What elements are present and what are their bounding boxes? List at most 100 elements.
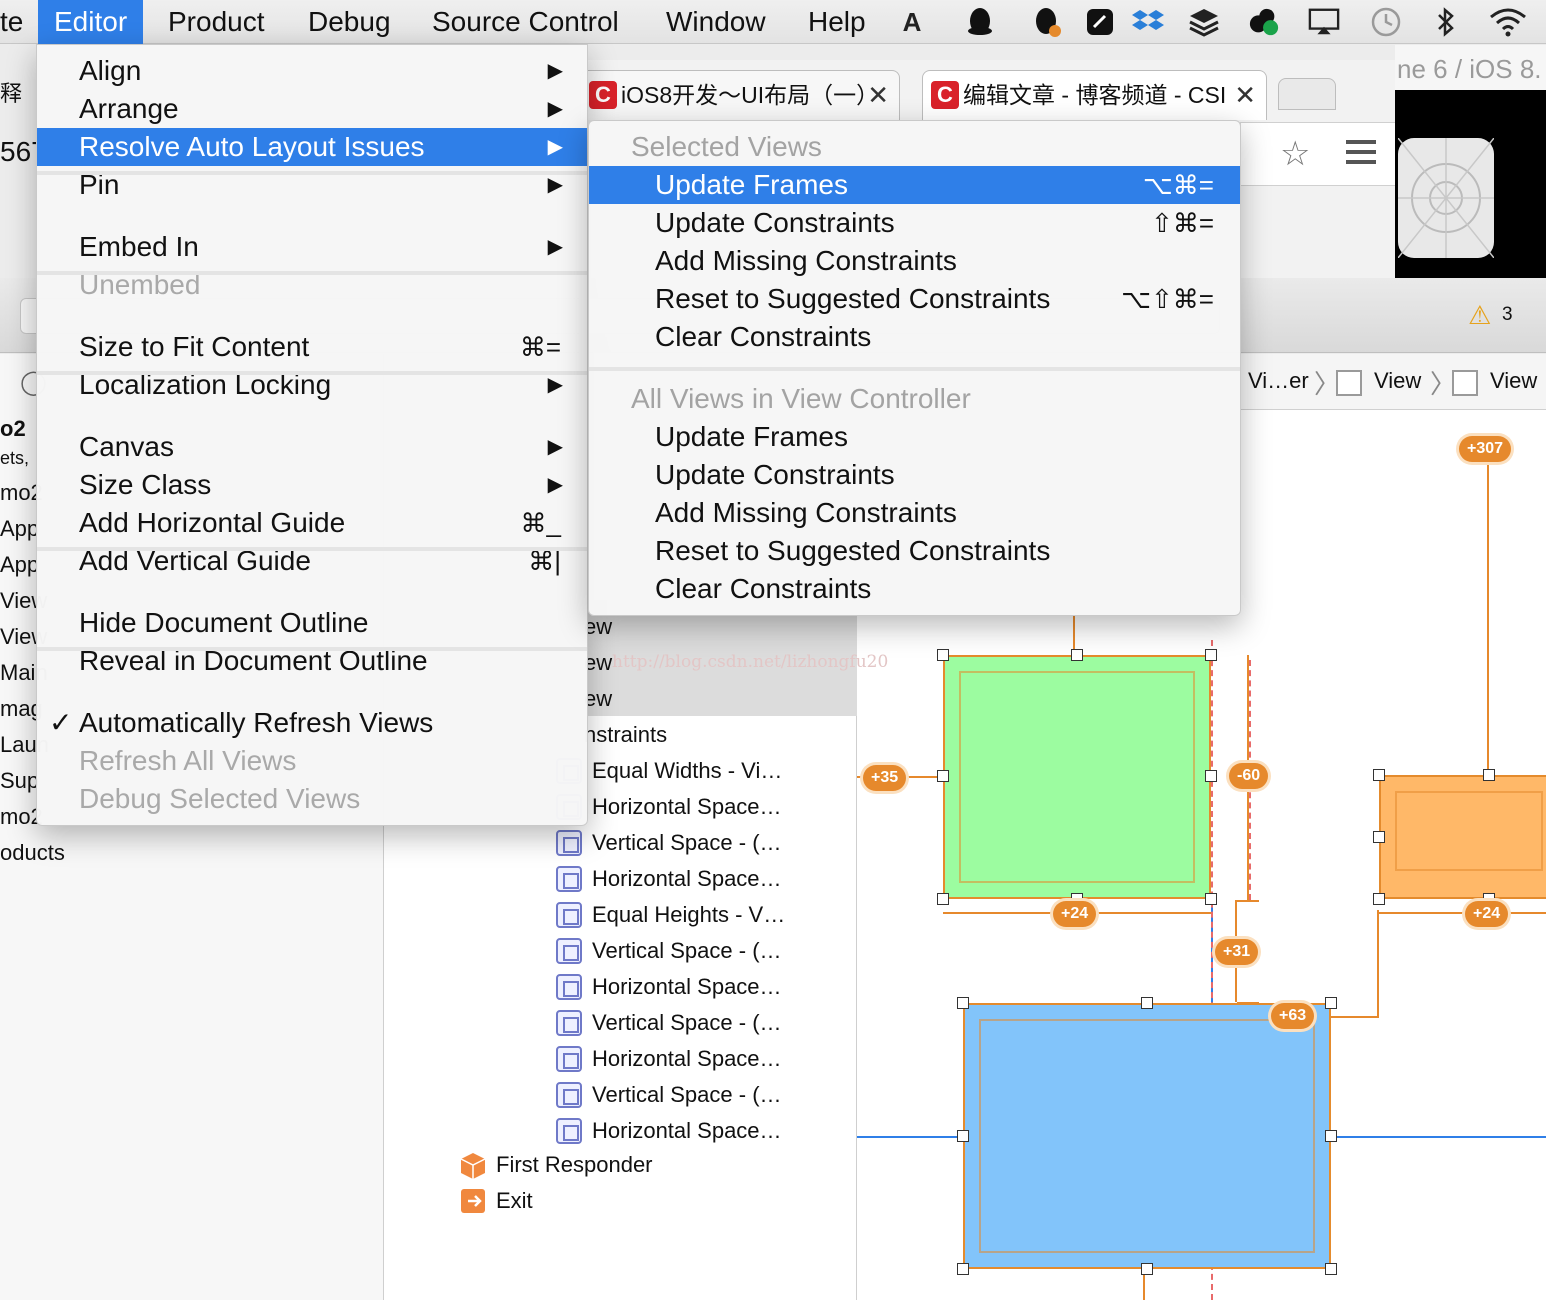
jumpbar-crumb-1[interactable]: Vi…er — [1248, 368, 1309, 394]
qq-icon[interactable] — [964, 6, 996, 38]
resize-handle[interactable] — [1141, 1263, 1153, 1275]
orange-view[interactable] — [1379, 775, 1546, 899]
resize-handle[interactable] — [1205, 770, 1217, 782]
browser-tab-1[interactable]: C iOS8开发～UI布局（一） ✕ — [580, 70, 900, 120]
qq-alt-icon[interactable] — [1030, 6, 1062, 38]
menu-item-hide-document-outline[interactable]: Hide Document Outline — [37, 604, 587, 642]
jumpbar-crumb-3[interactable]: View — [1490, 368, 1537, 394]
menu-item-automatically-refresh-views[interactable]: ✓ Automatically Refresh Views — [37, 704, 587, 742]
evernote-icon[interactable] — [1084, 6, 1116, 38]
constraint-row[interactable]: Equal Heights - V… — [592, 898, 785, 932]
nav-item[interactable]: App — [0, 516, 39, 542]
resize-handle[interactable] — [1205, 893, 1217, 905]
menu-item-canvas[interactable]: Canvas ▶ — [37, 428, 587, 466]
menu-partial-left[interactable]: te — [0, 0, 23, 44]
blue-view[interactable] — [963, 1003, 1331, 1269]
resize-handle[interactable] — [1205, 649, 1217, 661]
jumpbar-crumb-2[interactable]: View — [1374, 368, 1421, 394]
wifi-icon[interactable] — [1486, 6, 1530, 38]
resize-handle[interactable] — [1325, 1263, 1337, 1275]
constraint-icon — [556, 866, 582, 892]
time-machine-icon[interactable] — [1370, 6, 1402, 38]
menu-item-size-to-fit-content[interactable]: Size to Fit Content ⌘= — [37, 328, 587, 366]
menu-item-update-constraints[interactable]: Update Constraints — [589, 456, 1240, 494]
outline-view-row[interactable]: ew — [584, 682, 612, 716]
constraint-badge[interactable]: +31 — [1215, 939, 1259, 965]
menu-item-update-frames[interactable]: Update Frames ⌥⌘= — [589, 166, 1240, 204]
menu-editor[interactable]: Editor — [38, 0, 144, 44]
close-icon[interactable]: ✕ — [1234, 71, 1256, 119]
menu-item-arrange[interactable]: Arrange ▶ — [37, 90, 587, 128]
resize-handle[interactable] — [1373, 893, 1385, 905]
constraint-row[interactable]: Equal Widths - Vi… — [592, 754, 782, 788]
constraint-row[interactable]: Horizontal Space… — [592, 862, 782, 896]
resize-handle[interactable] — [937, 649, 949, 661]
menu-item-update-constraints[interactable]: Update Constraints ⇧⌘= — [589, 204, 1240, 242]
nav-item[interactable]: oducts — [0, 840, 65, 866]
resize-handle[interactable] — [1373, 831, 1385, 843]
resize-handle[interactable] — [1483, 769, 1495, 781]
menu-item-size-class[interactable]: Size Class ▶ — [37, 466, 587, 504]
menu-item-update-frames[interactable]: Update Frames — [589, 418, 1240, 456]
sync-icon[interactable] — [1248, 6, 1280, 38]
menu-item-embed-in[interactable]: Embed In ▶ — [37, 228, 587, 266]
warning-icon[interactable]: ⚠ — [1468, 300, 1491, 331]
outline-constraints-header[interactable]: nstraints — [584, 718, 667, 752]
stack-icon[interactable] — [1188, 6, 1220, 38]
constraint-badge[interactable]: +24 — [1465, 901, 1509, 927]
outline-exit[interactable]: Exit — [496, 1184, 533, 1218]
outline-view-row[interactable]: ew — [584, 646, 612, 680]
browser-tab-2[interactable]: C 编辑文章 - 博客频道 - CSI ✕ — [922, 70, 1267, 120]
menu-source-control[interactable]: Source Control — [432, 0, 619, 44]
constraint-badge[interactable]: +35 — [863, 765, 907, 791]
star-icon[interactable]: ☆ — [1280, 134, 1310, 174]
constraint-badge[interactable]: +24 — [1053, 901, 1097, 927]
menu-item-resolve-auto-layout-issues[interactable]: Resolve Auto Layout Issues ▶ — [37, 128, 587, 166]
menu-item-add-missing-constraints[interactable]: Add Missing Constraints — [589, 242, 1240, 280]
constraint-row[interactable]: Vertical Space - (… — [592, 1006, 782, 1040]
menu-item-add-missing-constraints[interactable]: Add Missing Constraints — [589, 494, 1240, 532]
constraint-row[interactable]: Horizontal Space… — [592, 1042, 782, 1076]
constraint-row[interactable]: Vertical Space - (… — [592, 826, 782, 860]
menu-item-clear-constraints[interactable]: Clear Constraints — [589, 318, 1240, 356]
menu-debug[interactable]: Debug — [308, 0, 391, 44]
adobe-icon[interactable]: A — [896, 6, 928, 38]
constraint-badge[interactable]: +63 — [1271, 1003, 1315, 1029]
menu-item-reset-to-suggested-constraints[interactable]: Reset to Suggested Constraints — [589, 532, 1240, 570]
close-icon[interactable]: ✕ — [867, 71, 889, 119]
resize-handle[interactable] — [937, 893, 949, 905]
constraint-row[interactable]: Horizontal Space… — [592, 790, 782, 824]
constraint-row[interactable]: Horizontal Space… — [592, 970, 782, 1004]
new-tab-button[interactable] — [1278, 78, 1336, 110]
menu-help[interactable]: Help — [808, 0, 866, 44]
resize-handle[interactable] — [1141, 997, 1153, 1009]
resize-handle[interactable] — [957, 1263, 969, 1275]
resize-handle[interactable] — [1325, 1130, 1337, 1142]
outline-first-responder[interactable]: First Responder — [496, 1148, 653, 1182]
resize-handle[interactable] — [937, 770, 949, 782]
resize-handle[interactable] — [1071, 649, 1083, 661]
green-view[interactable] — [943, 655, 1211, 899]
nav-item[interactable]: App — [0, 552, 39, 578]
constraint-row[interactable]: Horizontal Space… — [592, 1114, 782, 1148]
menu-product[interactable]: Product — [168, 0, 265, 44]
resize-handle[interactable] — [957, 1130, 969, 1142]
airplay-icon[interactable] — [1308, 6, 1340, 38]
nav-item[interactable]: Sup — [0, 768, 39, 794]
resize-handle[interactable] — [957, 997, 969, 1009]
nav-item[interactable]: o2 — [0, 416, 26, 442]
constraint-badge[interactable]: -60 — [1229, 763, 1269, 789]
menu-icon[interactable] — [1346, 138, 1376, 166]
menu-window[interactable]: Window — [666, 0, 766, 44]
menu-item-reset-to-suggested-constraints[interactable]: Reset to Suggested Constraints ⌥⇧⌘= — [589, 280, 1240, 318]
menu-item-add-horizontal-guide[interactable]: Add Horizontal Guide ⌘_ — [37, 504, 587, 542]
constraint-badge[interactable]: +307 — [1459, 436, 1512, 462]
resize-handle[interactable] — [1373, 769, 1385, 781]
constraint-row[interactable]: Vertical Space - (… — [592, 934, 782, 968]
resize-handle[interactable] — [1325, 997, 1337, 1009]
constraint-row[interactable]: Vertical Space - (… — [592, 1078, 782, 1112]
dropbox-icon[interactable] — [1132, 6, 1164, 38]
bluetooth-icon[interactable] — [1430, 6, 1462, 38]
menu-item-clear-constraints[interactable]: Clear Constraints — [589, 570, 1240, 608]
menu-item-align[interactable]: Align ▶ — [37, 52, 587, 90]
